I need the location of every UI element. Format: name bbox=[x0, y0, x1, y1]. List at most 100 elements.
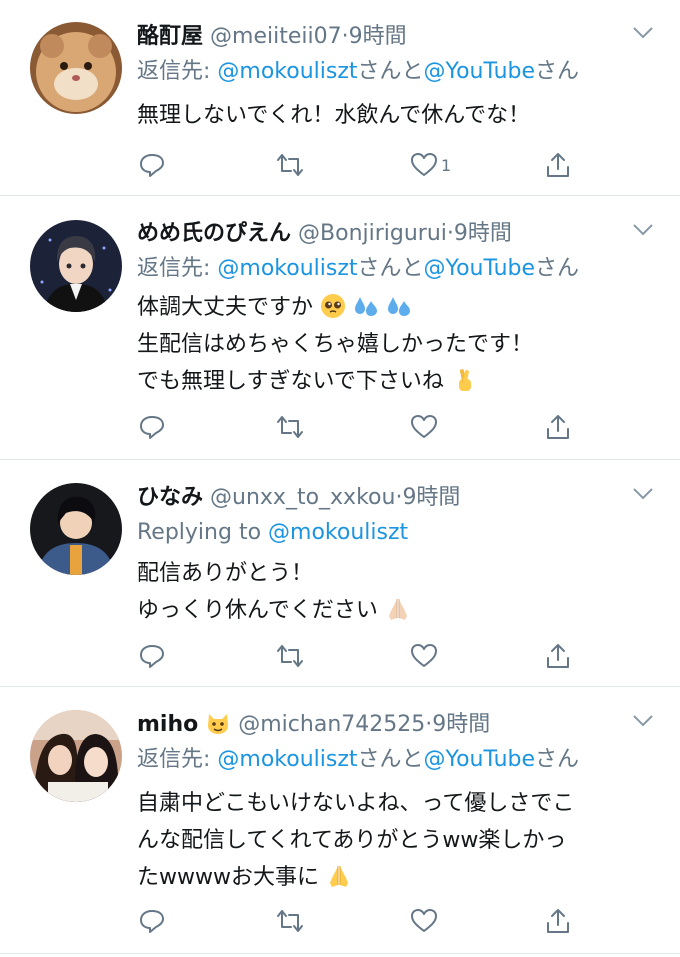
mention-link[interactable]: @YouTube bbox=[424, 256, 535, 281]
reply-suffix: さん bbox=[535, 747, 580, 772]
tweet-line: たwwwwお大事に bbox=[137, 859, 574, 896]
tweet-header: 酪酊屋 @meiiteii07·9時間 bbox=[137, 22, 407, 52]
tweet-text: 自粛中どこもいけないよね、って優しさでこ んな配信してくれてありがとうww楽しか… bbox=[137, 785, 574, 896]
mention-link[interactable]: @mokouliszt bbox=[268, 520, 408, 545]
reply-button[interactable] bbox=[138, 906, 166, 936]
tweet-actions bbox=[0, 641, 680, 671]
tweet[interactable]: ひなみ @unxx_to_xxkou·9時間 Replying to @moko… bbox=[0, 461, 680, 687]
reply-button[interactable] bbox=[138, 150, 166, 180]
tweet[interactable]: めめ氏のぴえん @Bonjirigurui·9時間 返信先: @mokoulis… bbox=[0, 197, 680, 460]
mention-link[interactable]: @mokouliszt bbox=[217, 747, 357, 772]
timestamp[interactable]: 9時間 bbox=[349, 24, 407, 49]
tweet-actions bbox=[0, 906, 680, 936]
anime-boy-avatar[interactable] bbox=[30, 220, 122, 312]
tweet-line: んな配信してくれてありがとうww楽しかっ bbox=[137, 828, 567, 853]
reply-context: 返信先: @mokoulisztさんと@YouTubeさん bbox=[137, 745, 579, 775]
share-button[interactable] bbox=[544, 641, 572, 671]
mention-link[interactable]: @mokouliszt bbox=[217, 59, 357, 84]
reply-prefix: 返信先: bbox=[137, 256, 218, 281]
tweet-line: 無理しないでくれ！水飲んで休んでな！ bbox=[137, 103, 531, 128]
retweet-button[interactable] bbox=[276, 150, 304, 180]
tweet-line-text: 体調大丈夫ですか bbox=[137, 295, 314, 320]
separator: · bbox=[341, 24, 349, 49]
share-icon bbox=[547, 415, 569, 439]
reply-icon bbox=[140, 416, 164, 439]
like-button[interactable]: 1 bbox=[410, 150, 451, 180]
chevron-down-icon[interactable] bbox=[632, 223, 654, 237]
share-button[interactable] bbox=[544, 412, 572, 442]
tweet-text: 無理しないでくれ！水飲んで休んでな！ bbox=[137, 97, 530, 134]
share-button[interactable] bbox=[544, 150, 572, 180]
mention-link[interactable]: @YouTube bbox=[424, 59, 535, 84]
reply-icon bbox=[140, 910, 164, 933]
reply-icon bbox=[140, 154, 164, 177]
display-name[interactable]: めめ氏のぴえん bbox=[137, 221, 291, 246]
reply-icon bbox=[140, 645, 164, 668]
chevron-down-icon[interactable] bbox=[632, 487, 654, 501]
reply-prefix: Replying to bbox=[137, 520, 269, 545]
share-icon bbox=[547, 909, 569, 933]
reply-joiner: さんと bbox=[357, 59, 424, 84]
retweet-icon bbox=[277, 416, 303, 438]
heart-icon bbox=[411, 415, 437, 438]
retweet-icon bbox=[277, 910, 303, 932]
like-button[interactable] bbox=[410, 906, 438, 936]
chevron-down-icon[interactable] bbox=[632, 714, 654, 728]
reply-button[interactable] bbox=[138, 641, 166, 671]
tweet[interactable]: miho @michan742525·9時間 返信先: @mokoulisztさ… bbox=[0, 688, 680, 954]
illustration-avatar[interactable] bbox=[30, 483, 122, 575]
reply-context: 返信先: @mokoulisztさんと@YouTubeさん bbox=[137, 57, 579, 87]
photo-avatar[interactable] bbox=[30, 710, 122, 802]
mention-link[interactable]: @mokouliszt bbox=[217, 256, 357, 281]
like-count: 1 bbox=[441, 155, 452, 175]
tweet-text: 体調大丈夫ですか 生配信はめちゃくちゃ嬉しかったです！ でも無理しすぎないで下さ… bbox=[137, 289, 533, 400]
smiling-cat-emoji bbox=[208, 714, 229, 734]
reply-suffix: さん bbox=[535, 59, 580, 84]
tweet-line: ゆっくり休んでください bbox=[137, 592, 411, 629]
reply-suffix: さん bbox=[535, 256, 580, 281]
display-name[interactable]: 酪酊屋 bbox=[137, 24, 203, 49]
tweet-text: 配信ありがとう！ ゆっくり休んでください bbox=[137, 555, 411, 629]
reply-prefix: 返信先: bbox=[137, 747, 218, 772]
share-button[interactable] bbox=[544, 906, 572, 936]
user-handle[interactable]: @michan742525 bbox=[238, 712, 425, 737]
like-button[interactable] bbox=[410, 641, 438, 671]
heart-icon bbox=[411, 153, 437, 176]
retweet-button[interactable] bbox=[276, 412, 304, 442]
display-name[interactable]: ひなみ bbox=[137, 485, 203, 510]
reply-prefix: 返信先: bbox=[137, 59, 218, 84]
tweet-feed: 酪酊屋 @meiiteii07·9時間 返信先: @mokoulisztさんと@… bbox=[0, 0, 680, 957]
tweet-header: ひなみ @unxx_to_xxkou·9時間 bbox=[137, 483, 460, 513]
heart-icon bbox=[411, 909, 437, 932]
sweat-droplets-emoji bbox=[388, 297, 411, 316]
user-handle[interactable]: @Bonjirigurui bbox=[298, 221, 447, 246]
tweet-header: miho @michan742525·9時間 bbox=[137, 710, 490, 740]
reply-button[interactable] bbox=[138, 412, 166, 442]
hamster-avatar[interactable] bbox=[30, 22, 122, 114]
tweet-header: めめ氏のぴえん @Bonjirigurui·9時間 bbox=[137, 219, 512, 249]
tweet-line: 生配信はめちゃくちゃ嬉しかったです！ bbox=[137, 332, 534, 357]
timestamp[interactable]: 9時間 bbox=[432, 712, 490, 737]
retweet-button[interactable] bbox=[276, 906, 304, 936]
tweet-line: でも無理しすぎないで下さいね bbox=[137, 363, 533, 400]
timestamp[interactable]: 9時間 bbox=[454, 221, 512, 246]
folded-hands-emoji bbox=[388, 599, 407, 620]
tweet-line: 体調大丈夫ですか bbox=[137, 289, 533, 326]
share-icon bbox=[547, 644, 569, 668]
timestamp[interactable]: 9時間 bbox=[402, 485, 460, 510]
folded-hands-emoji bbox=[329, 866, 348, 887]
like-button[interactable] bbox=[410, 412, 438, 442]
display-name[interactable]: miho bbox=[137, 712, 198, 737]
tweet-line-text: でも無理しすぎないで下さいね bbox=[137, 369, 444, 394]
heart-icon bbox=[411, 644, 437, 667]
reply-joiner: さんと bbox=[357, 747, 424, 772]
tweet-actions bbox=[0, 412, 680, 442]
user-handle[interactable]: @meiiteii07 bbox=[210, 24, 342, 49]
mention-link[interactable]: @YouTube bbox=[424, 747, 535, 772]
chevron-down-icon[interactable] bbox=[632, 26, 654, 40]
user-handle[interactable]: @unxx_to_xxkou bbox=[210, 485, 395, 510]
tweet[interactable]: 酪酊屋 @meiiteii07·9時間 返信先: @mokoulisztさんと@… bbox=[0, 0, 680, 196]
retweet-button[interactable] bbox=[276, 641, 304, 671]
retweet-icon bbox=[277, 645, 303, 667]
reply-context: Replying to @mokouliszt bbox=[137, 518, 408, 548]
